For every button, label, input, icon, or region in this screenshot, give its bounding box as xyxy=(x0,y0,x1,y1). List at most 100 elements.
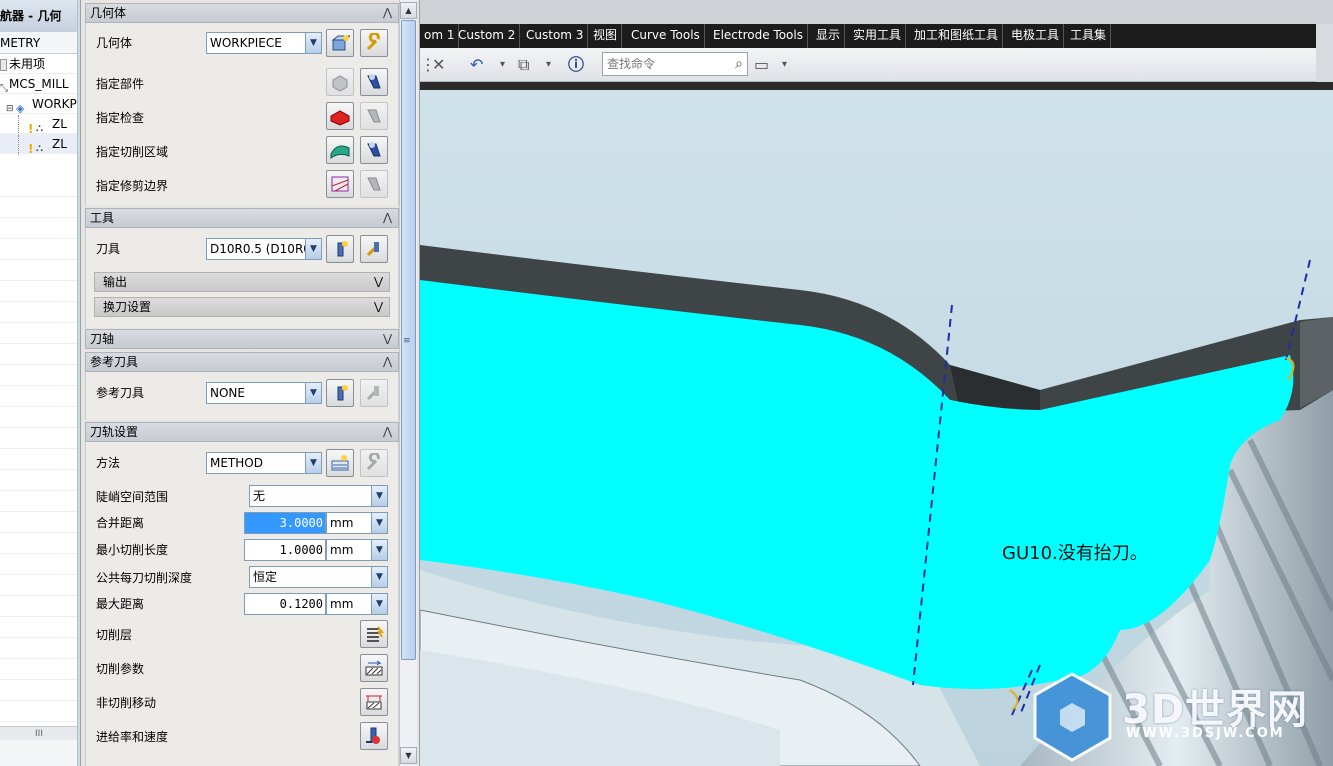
max-distance-input[interactable]: 0.1200 xyxy=(244,593,326,615)
unit-value: mm xyxy=(330,597,354,611)
display-trim-boundary-button[interactable] xyxy=(360,170,388,198)
tab-electrode-tools-cn[interactable]: 电极工具 xyxy=(1007,24,1065,48)
navigator-column-header[interactable]: METRY xyxy=(0,32,77,54)
new-ref-tool-button[interactable] xyxy=(326,379,354,407)
cut-levels-icon xyxy=(367,626,384,642)
select-cut-area-button[interactable] xyxy=(326,136,354,164)
geometry-select-value: WORKPIECE xyxy=(210,36,282,50)
info-icon[interactable]: ⓘ xyxy=(568,54,584,76)
graphics-viewport[interactable] xyxy=(420,90,1333,766)
section-ref-tool-body: 参考刀具 NONE ▼ xyxy=(85,372,399,420)
dialog-scrollbar[interactable]: ▲ ≡ ▼ xyxy=(399,0,417,766)
edit-tool-button[interactable] xyxy=(360,235,388,263)
unit-value: mm xyxy=(330,543,354,557)
nav-row-operation-1[interactable]: ! ⛬ ZL xyxy=(0,114,77,136)
tool-new-icon xyxy=(337,385,348,401)
cut-params-label: 切削参数 xyxy=(96,662,145,676)
tab-curve-tools[interactable]: Curve Tools xyxy=(627,24,705,48)
merge-distance-unit[interactable]: mm ▼ xyxy=(326,512,388,534)
select-trim-boundary-button[interactable] xyxy=(326,170,354,198)
ref-tool-select[interactable]: NONE ▼ xyxy=(206,382,322,404)
chevron-down-icon: ▼ xyxy=(371,486,387,506)
method-select[interactable]: METHOD ▼ xyxy=(206,452,322,474)
collapse-icon: ⋀ xyxy=(382,355,392,368)
flashlight-display-icon xyxy=(367,177,381,191)
navigator-footer xyxy=(0,740,77,766)
undo-icon[interactable]: ↶ xyxy=(470,54,483,76)
chevron-down-icon[interactable]: ▾ xyxy=(782,54,787,76)
chevron-down-icon: ▼ xyxy=(371,594,387,614)
flashlight-display-icon xyxy=(367,142,381,157)
feeds-speeds-button[interactable] xyxy=(360,722,388,750)
tab-electrode-tools[interactable]: Electrode Tools xyxy=(709,24,808,48)
geometry-label: 几何体 xyxy=(96,36,133,50)
scroll-up-icon[interactable]: ▲ xyxy=(400,2,417,19)
merge-distance-input[interactable]: 3.0000 xyxy=(244,512,326,534)
expand-icon[interactable]: ⊟ xyxy=(6,99,14,114)
min-cut-length-unit[interactable]: mm ▼ xyxy=(326,539,388,561)
copy-icon[interactable]: ⧉ xyxy=(518,54,529,76)
chevron-down-icon[interactable]: ▾ xyxy=(546,54,551,76)
tab-custom-3[interactable]: Custom 3 xyxy=(522,24,589,48)
display-check-button[interactable] xyxy=(360,102,388,130)
tool-new-icon xyxy=(337,241,348,257)
tab-view[interactable]: 视图 xyxy=(589,24,623,48)
chevron-down-icon: ▼ xyxy=(371,540,387,560)
tab-toolset[interactable]: 工具集 xyxy=(1066,24,1112,48)
close-icon[interactable]: ✕ xyxy=(432,54,445,76)
new-method-button[interactable] xyxy=(326,449,354,477)
zlevel-op-icon: ⛬ xyxy=(36,122,43,134)
section-tool-axis-header[interactable]: 刀轴 ⋁ xyxy=(85,329,399,349)
scroll-down-icon[interactable]: ▼ xyxy=(400,747,417,764)
nav-row-operation-2[interactable]: ! ⛬ ZL xyxy=(0,134,77,156)
depth-per-cut-select[interactable]: 恒定 ▼ xyxy=(249,566,388,588)
chevron-down-icon[interactable]: ▾ xyxy=(500,54,505,76)
nav-row-unused[interactable]: 未用项 xyxy=(0,54,77,74)
section-ref-tool-header[interactable]: 参考刀具 ⋀ xyxy=(85,352,399,372)
output-label: 输出 xyxy=(103,275,128,289)
geometry-select[interactable]: WORKPIECE ▼ xyxy=(206,32,322,54)
section-tool-header[interactable]: 工具 ⋀ xyxy=(85,208,399,228)
edit-method-button[interactable] xyxy=(360,449,388,477)
edit-geometry-button[interactable] xyxy=(360,29,388,57)
graphics-window-border xyxy=(420,82,1333,90)
nav-row-mcs[interactable]: ⤡MCS_MILL xyxy=(0,74,77,94)
output-subsection[interactable]: 输出 ⋁ xyxy=(94,272,390,292)
edit-ref-tool-button[interactable] xyxy=(360,379,388,407)
command-search-input[interactable]: 查找命令 ⌕ xyxy=(602,52,748,76)
depth-per-cut-value: 恒定 xyxy=(253,570,278,584)
new-tool-button[interactable] xyxy=(326,235,354,263)
section-geometry-header[interactable]: 几何体 ⋀ xyxy=(85,3,399,23)
cut-params-button[interactable] xyxy=(360,654,388,682)
tab-machining-drawing-tools[interactable]: 加工和图纸工具 xyxy=(910,24,1004,48)
cut-levels-button[interactable] xyxy=(360,620,388,648)
nav-row-label: 未用项 xyxy=(9,57,46,71)
display-cut-area-button[interactable] xyxy=(360,136,388,164)
navigator-hscroll[interactable]: III xyxy=(0,726,77,740)
search-placeholder: 查找命令 xyxy=(607,57,656,71)
new-geometry-button[interactable] xyxy=(326,29,354,57)
ribbon-tab-bar: om 1 Custom 2 Custom 3 视图 Curve Tools El… xyxy=(420,24,1333,48)
select-part-button[interactable] xyxy=(326,68,354,96)
layout-icon[interactable]: ▭ xyxy=(754,54,769,76)
display-part-button[interactable] xyxy=(360,68,388,96)
tool-select[interactable]: D10R0.5 (D10R0 ▼ xyxy=(206,238,322,260)
noncut-moves-button[interactable] xyxy=(360,688,388,716)
ref-tool-select-value: NONE xyxy=(210,386,245,400)
operation-dialog: 几何体 ⋀ 几何体 WORKPIECE ▼ 指定部件 指定检查 指定切削区域 指定修… xyxy=(80,0,420,766)
max-distance-unit[interactable]: mm ▼ xyxy=(326,593,388,615)
tab-custom-2[interactable]: Custom 2 xyxy=(454,24,521,48)
operation-navigator: 导航器 - 几何 METRY 未用项 ⤡MCS_MILL ⊟◈ WORKPI !⛬… xyxy=(0,0,78,766)
tab-utilities[interactable]: 实用工具 xyxy=(849,24,907,48)
nav-row-workpiece[interactable]: ⊟ ◈ WORKPI xyxy=(0,94,77,115)
min-cut-length-input[interactable]: 1.0000 xyxy=(244,539,326,561)
toolchange-subsection[interactable]: 换刀设置 ⋁ xyxy=(94,297,390,317)
select-check-button[interactable] xyxy=(326,102,354,130)
section-path-settings-header[interactable]: 刀轨设置 ⋀ xyxy=(85,422,399,442)
section-tool-body: 刀具 D10R0.5 (D10R0 ▼ 输出 ⋁ 换刀设置 ⋁ xyxy=(85,228,399,328)
steep-range-select[interactable]: 无 ▼ xyxy=(249,485,388,507)
tool-edit-icon xyxy=(366,242,379,257)
feeds-speeds-icon xyxy=(366,727,380,744)
tab-display[interactable]: 显示 xyxy=(812,24,846,48)
collapse-icon: ⋀ xyxy=(382,6,392,19)
